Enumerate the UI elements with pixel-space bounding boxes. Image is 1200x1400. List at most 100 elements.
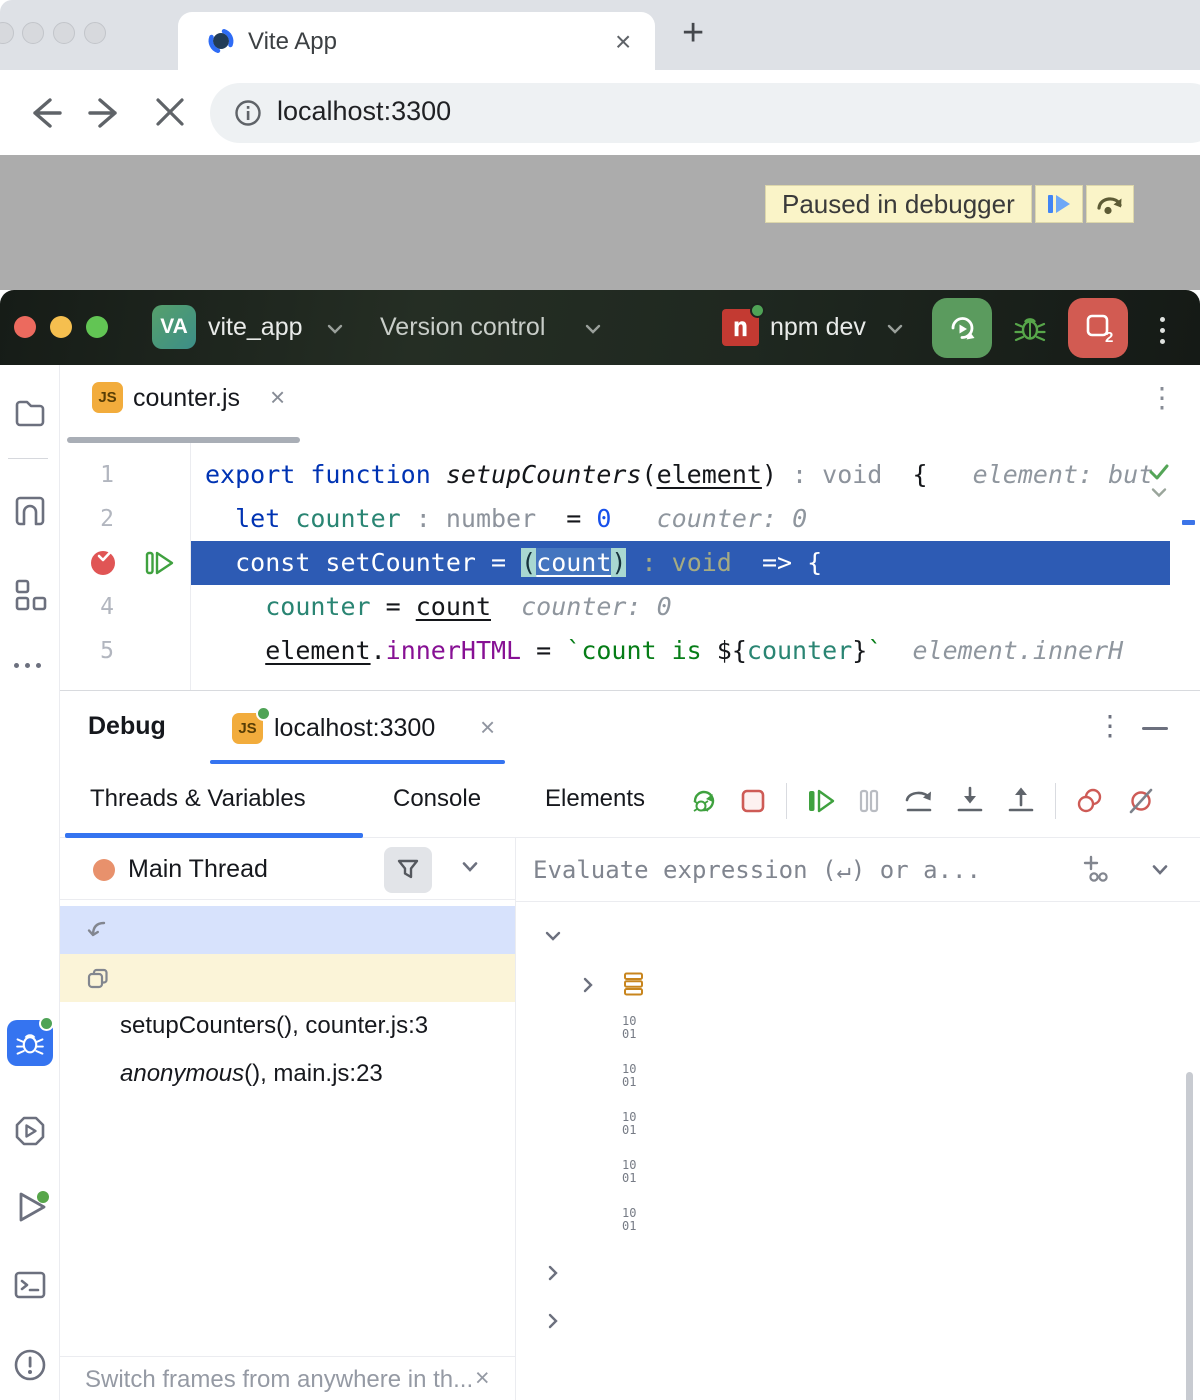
services-icon[interactable] <box>12 1113 48 1149</box>
evaluate-expression-row <box>516 838 1200 902</box>
step-out-icon[interactable] <box>1004 785 1038 817</box>
browser-tab[interactable]: Vite App × <box>178 12 655 70</box>
terminal-icon[interactable] <box>12 1267 48 1303</box>
collapsed-chevron-icon[interactable] <box>545 1263 561 1281</box>
mute-breakpoints-icon[interactable] <box>1124 785 1158 817</box>
problems-icon[interactable] <box>12 1347 48 1383</box>
hide-panel-icon[interactable] <box>1142 727 1168 730</box>
browser-tab-strip: Vite App × + <box>0 0 1200 70</box>
expanded-chevron-icon[interactable] <box>543 927 563 945</box>
code-line: export function setupCounters(element) :… <box>205 453 1153 497</box>
inspections-ok-icon[interactable] <box>1146 459 1172 485</box>
resume-script-button[interactable] <box>1035 185 1083 223</box>
chevron-down-icon <box>326 323 344 335</box>
step-over-icon <box>1094 188 1126 220</box>
tab-close-icon[interactable]: × <box>615 26 631 58</box>
rerun-debug-icon[interactable] <box>688 785 720 817</box>
code-line: let counter : number = 0 counter: 0 <box>205 497 807 541</box>
ide-zoom-button[interactable] <box>86 316 108 338</box>
ide-close-button[interactable] <box>14 316 36 338</box>
step-over-icon[interactable] <box>902 785 936 817</box>
code-editor[interactable]: 1 2 4 5 export function setupCounters(el… <box>60 443 1200 690</box>
ide-window: VA vite_app Version control n npm dev <box>0 290 1200 1400</box>
run-icon[interactable] <box>12 1187 52 1227</box>
debug-bug-icon[interactable] <box>1012 310 1048 346</box>
frames-hint-close-icon[interactable]: × <box>475 1364 490 1393</box>
view-breakpoints-icon[interactable] <box>1073 785 1107 817</box>
stop-session-icon[interactable] <box>737 785 769 817</box>
evaluate-expression-input[interactable] <box>533 850 1033 890</box>
debug-tool-window-button[interactable] <box>7 1020 53 1066</box>
editor-tab-close-icon[interactable]: × <box>270 382 285 413</box>
variable-row-setcounter[interactable]: 1001 setCounter = undefined <box>516 1056 1200 1104</box>
run-configuration-selector[interactable]: npm dev <box>770 313 866 342</box>
debug-options-kebab-icon[interactable]: ⋮ <box>1096 709 1124 742</box>
breakpoint-icon[interactable] <box>89 547 119 577</box>
tab-console[interactable]: Console <box>393 785 481 813</box>
resume-program-icon[interactable] <box>804 785 836 817</box>
variable-row-innerhtml[interactable]: 1001 element.innerHTML = "" <box>516 1104 1200 1152</box>
browser-zoom-button[interactable] <box>84 22 106 44</box>
collapsed-chevron-icon[interactable] <box>545 1311 561 1329</box>
stop-button[interactable]: 2 <box>1068 298 1128 358</box>
titlebar-more-icon[interactable] <box>1160 317 1166 344</box>
filter-frames-button[interactable] <box>384 847 432 893</box>
more-tools-icon[interactable] <box>14 663 41 668</box>
primitive-value-icon: 1001 <box>622 1015 648 1041</box>
thread-chevron-icon[interactable] <box>460 860 480 874</box>
strip-divider <box>8 458 48 459</box>
variable-row-this[interactable]: 1001 this = undefined <box>516 1200 1200 1248</box>
collapsed-chevron-icon[interactable] <box>580 975 596 993</box>
code-line: element.innerHTML = `count is ${counter}… <box>205 629 1123 673</box>
project-icon[interactable] <box>12 395 48 431</box>
structure-icon[interactable] <box>12 577 48 613</box>
browser-close-button[interactable] <box>22 22 44 44</box>
screen: Vite App × + localhost:3300 Paused in <box>0 0 1200 1400</box>
gutter-separator <box>190 443 191 690</box>
ide-minimize-button[interactable] <box>50 316 72 338</box>
variable-row-count[interactable]: 1001 count = undefined <box>516 1152 1200 1200</box>
inspections-chevron-icon[interactable] <box>1150 487 1168 499</box>
browser-minimize-button[interactable] <box>53 22 75 44</box>
running-indicator-dot <box>750 303 765 318</box>
toolbar-separator <box>1055 783 1056 819</box>
address-bar[interactable]: localhost:3300 <box>210 83 1200 143</box>
debug-session-tab[interactable]: localhost:3300 <box>274 714 435 743</box>
frames-hint-bar: Switch frames from anywhere in th... × <box>60 1356 515 1400</box>
paused-label-box: Paused in debugger <box>765 185 1032 223</box>
address-url[interactable]: localhost:3300 <box>277 96 451 127</box>
vcs-menu[interactable]: Version control <box>380 313 545 342</box>
evaluate-chevron-icon[interactable] <box>1150 863 1170 877</box>
add-to-watches-icon[interactable] <box>1081 854 1113 886</box>
debug-content: Main Thread setupCounters(), counter.js:… <box>60 838 1200 1400</box>
new-tab-button[interactable]: + <box>682 14 704 52</box>
rerun-button[interactable] <box>932 298 992 358</box>
project-badge[interactable]: VA <box>152 305 196 349</box>
back-icon[interactable] <box>22 92 64 134</box>
step-into-icon[interactable] <box>953 785 987 817</box>
project-selector[interactable]: vite_app <box>208 313 303 342</box>
site-info-icon[interactable] <box>234 99 262 127</box>
rerun-icon <box>945 311 979 345</box>
tab-elements[interactable]: Elements <box>545 785 645 813</box>
stack-frame-row[interactable]: anonymous(), main.js:23 <box>60 954 515 1002</box>
stop-loading-icon[interactable] <box>150 92 190 132</box>
stack-frame-row[interactable]: setupCounters(), counter.js:3 <box>60 906 515 954</box>
variable-row-element[interactable]: element = button#counter {disabled: fals… <box>516 960 1200 1008</box>
pause-program-icon[interactable] <box>853 785 885 817</box>
editor-tab-counter-js[interactable]: counter.js <box>133 384 240 413</box>
code-line: const setCounter = (count) : void => { <box>205 541 822 585</box>
bookmarks-icon[interactable] <box>12 493 48 529</box>
step-over-button[interactable] <box>1086 185 1134 223</box>
thread-selector-row[interactable]: Main Thread <box>60 838 515 900</box>
session-close-icon[interactable]: × <box>480 712 495 743</box>
line-number: 5 <box>60 629 128 673</box>
variables-group-unknown[interactable]: Unknown <box>516 1248 1200 1296</box>
variables-group-global[interactable]: Global = Window <box>516 1296 1200 1344</box>
variable-row-counter[interactable]: 1001 counter = 0 <box>516 1008 1200 1056</box>
variables-group-local[interactable]: Local <box>516 912 1200 960</box>
forward-icon[interactable] <box>86 92 128 134</box>
variables-scrollbar[interactable] <box>1186 1072 1193 1400</box>
editor-options-kebab-icon[interactable]: ⋮ <box>1148 381 1176 414</box>
tab-threads-variables[interactable]: Threads & Variables <box>90 785 306 813</box>
